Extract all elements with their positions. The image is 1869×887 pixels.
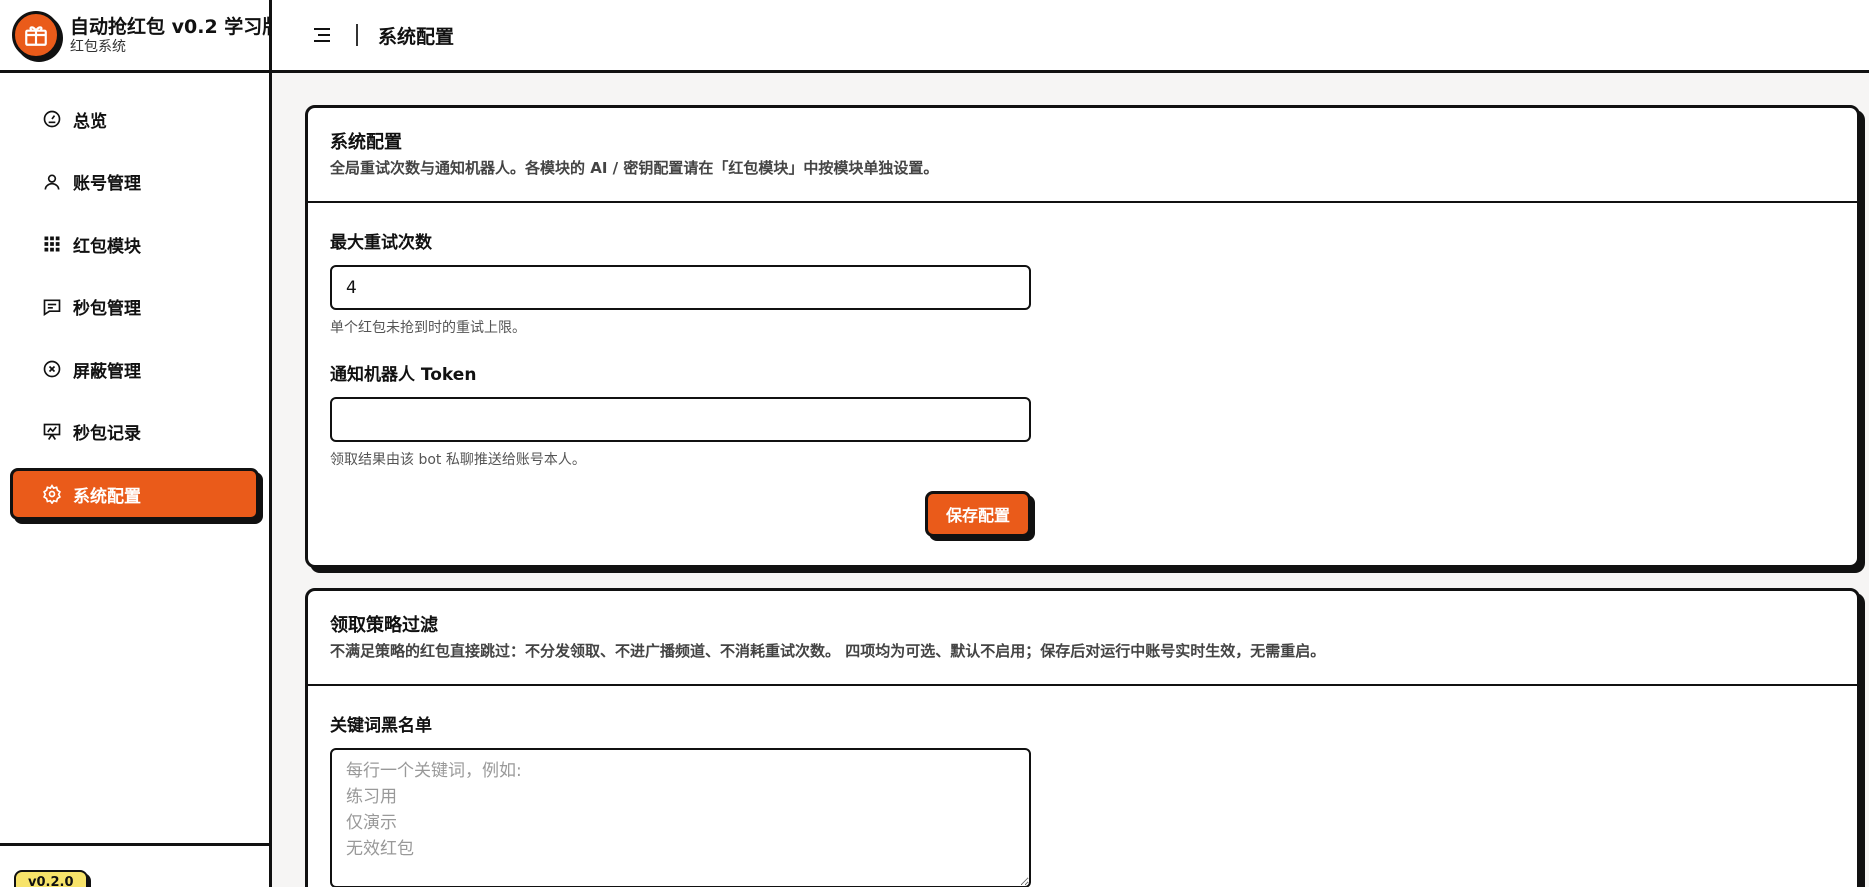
presentation-icon xyxy=(41,421,63,443)
blacklist-field: 关键词黑名单 xyxy=(330,714,1835,887)
sidebar-nav: 总览 账号管理 红包模块 秒包管理 屏蔽管理 秒包记录 系统配置 xyxy=(0,73,269,520)
blacklist-textarea[interactable] xyxy=(330,748,1031,887)
retry-input[interactable] xyxy=(330,265,1031,310)
menu-toggle-button[interactable] xyxy=(308,21,336,49)
token-field: 通知机器人 Token 领取结果由该 bot 私聊推送给账号本人。 xyxy=(330,363,1835,469)
message-icon xyxy=(41,296,63,318)
brand-header: 自动抢红包 v0.2 学习版 红包系统 xyxy=(0,0,281,73)
sidebar-item-label: 红包模块 xyxy=(73,236,141,257)
blacklist-label: 关键词黑名单 xyxy=(330,716,432,736)
sidebar-item-records[interactable]: 秒包记录 xyxy=(10,406,259,458)
strategy-filter-card: 领取策略过滤 不满足策略的红包直接跳过：不分发领取、不进广播频道、不消耗重试次数… xyxy=(305,588,1860,887)
token-hint: 领取结果由该 bot 私聊推送给账号本人。 xyxy=(330,452,586,468)
sidebar-item-label: 总览 xyxy=(73,111,107,132)
button-row: 保存配置 xyxy=(330,491,1031,537)
gauge-icon xyxy=(41,108,63,130)
sidebar-footer: v0.2.0 xyxy=(0,843,269,887)
app-title: 自动抢红包 v0.2 学习版 xyxy=(70,16,282,38)
token-label: 通知机器人 Token xyxy=(330,365,477,385)
sidebar-item-accounts[interactable]: 账号管理 xyxy=(10,156,259,208)
menu-icon xyxy=(314,28,330,42)
sidebar-item-modules[interactable]: 红包模块 xyxy=(10,218,259,270)
retry-hint: 单个红包未抢到时的重试上限。 xyxy=(330,320,526,336)
card-description: 不满足策略的红包直接跳过：不分发领取、不进广播频道、不消耗重试次数。 四项均为可… xyxy=(330,642,1326,660)
card-header: 领取策略过滤 不满足策略的红包直接跳过：不分发领取、不进广播频道、不消耗重试次数… xyxy=(308,591,1857,686)
card-description: 全局重试次数与通知机器人。各模块的 AI / 密钥配置请在「红包模块」中按模块单… xyxy=(330,159,939,177)
sidebar-item-label: 系统配置 xyxy=(73,486,141,507)
sidebar-item-label: 账号管理 xyxy=(73,174,141,194)
card-body: 关键词黑名单 xyxy=(308,686,1857,887)
main-content: 系统配置 全局重试次数与通知机器人。各模块的 AI / 密钥配置请在「红包模块」… xyxy=(272,73,1869,887)
token-input[interactable] xyxy=(330,397,1031,442)
sidebar-item-label: 秒包管理 xyxy=(73,299,141,319)
sidebar-item-overview[interactable]: 总览 xyxy=(10,93,259,145)
grid-icon xyxy=(41,233,63,255)
retry-label: 最大重试次数 xyxy=(330,233,432,253)
topbar-divider xyxy=(356,24,358,46)
card-header: 系统配置 全局重试次数与通知机器人。各模块的 AI / 密钥配置请在「红包模块」… xyxy=(308,108,1857,203)
system-config-card: 系统配置 全局重试次数与通知机器人。各模块的 AI / 密钥配置请在「红包模块」… xyxy=(305,105,1860,568)
sidebar-item-block[interactable]: 屏蔽管理 xyxy=(10,343,259,395)
save-config-button[interactable]: 保存配置 xyxy=(924,491,1031,537)
card-title: 系统配置 xyxy=(330,132,402,153)
gift-icon xyxy=(12,11,60,59)
sidebar-item-snipe[interactable]: 秒包管理 xyxy=(10,281,259,333)
sidebar-item-settings[interactable]: 系统配置 xyxy=(10,468,259,520)
card-body: 最大重试次数 单个红包未抢到时的重试上限。 通知机器人 Token 领取结果由该… xyxy=(308,203,1857,565)
sidebar-item-label: 秒包记录 xyxy=(73,424,141,444)
gear-icon xyxy=(41,483,63,505)
version-badge: v0.2.0 xyxy=(14,870,88,887)
x-circle-icon xyxy=(41,358,63,380)
app-subtitle: 红包系统 xyxy=(70,39,126,55)
sidebar: 自动抢红包 v0.2 学习版 红包系统 总览 账号管理 红包模块 秒包管理 屏蔽… xyxy=(0,0,281,887)
retry-field: 最大重试次数 单个红包未抢到时的重试上限。 xyxy=(330,231,1835,337)
page-title: 系统配置 xyxy=(378,25,455,48)
sidebar-item-label: 屏蔽管理 xyxy=(73,361,141,382)
topbar: 系统配置 xyxy=(272,0,1869,73)
card-title: 领取策略过滤 xyxy=(330,615,438,636)
user-icon xyxy=(41,171,63,193)
